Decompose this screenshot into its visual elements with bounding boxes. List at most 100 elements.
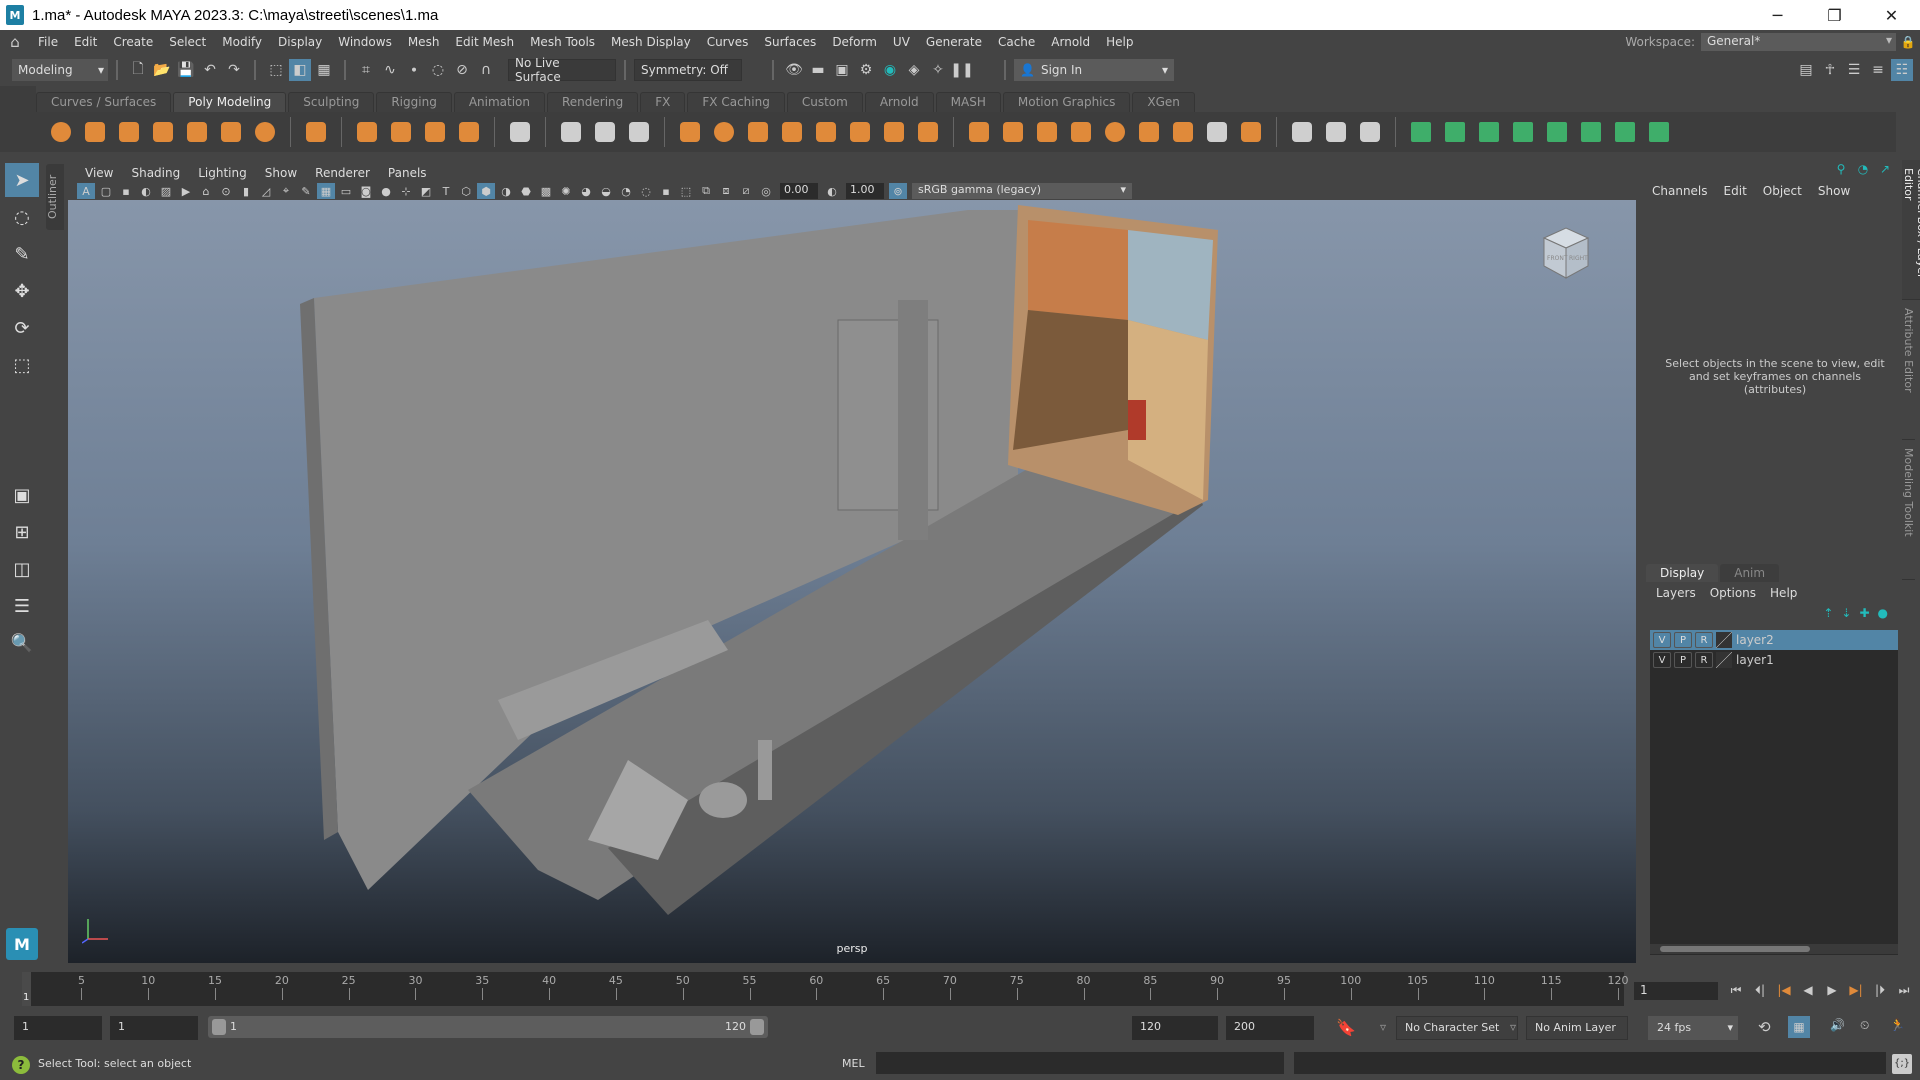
- show-menu[interactable]: Show: [1818, 184, 1850, 198]
- color-management-toggle-icon[interactable]: ⊚: [889, 183, 907, 199]
- bookmarks-icon[interactable]: ▪: [117, 183, 135, 199]
- xray-icon[interactable]: ⧉: [697, 183, 715, 199]
- loop-icon[interactable]: ⟲: [1758, 1018, 1771, 1036]
- select-component-icon[interactable]: ▦: [313, 59, 335, 81]
- pause-viewport-icon[interactable]: ❚❚: [950, 59, 973, 81]
- remesh-icon[interactable]: [881, 119, 907, 145]
- bridge-icon[interactable]: [1000, 119, 1026, 145]
- layer-name[interactable]: layer2: [1736, 633, 1774, 647]
- character-controls-icon[interactable]: ☥: [1819, 59, 1841, 81]
- menu-file[interactable]: File: [30, 35, 66, 49]
- symmetry-dropdown[interactable]: Symmetry: Off: [634, 59, 742, 81]
- gamma-icon[interactable]: ◐: [823, 183, 841, 199]
- paint-select-tool-icon[interactable]: ✎: [5, 237, 39, 271]
- new-scene-icon[interactable]: 🗋: [127, 59, 149, 81]
- safe-action-icon[interactable]: ◩: [417, 183, 435, 199]
- freeze-transform-icon[interactable]: [626, 119, 652, 145]
- light-editor-icon[interactable]: ✧: [927, 59, 949, 81]
- character-set-arrow-icon[interactable]: ▿: [1380, 1020, 1386, 1034]
- speed-icon[interactable]: ◔: [1852, 162, 1874, 180]
- wireframe-icon[interactable]: ⬡: [457, 183, 475, 199]
- cylindrical-map-icon[interactable]: [1442, 119, 1468, 145]
- sculpt-icon[interactable]: ◿: [257, 183, 275, 199]
- play-forwards-icon[interactable]: ▶: [1820, 978, 1844, 1002]
- shelf-tab-sculpting[interactable]: Sculpting: [288, 92, 375, 112]
- viewport-menu-show[interactable]: Show: [256, 166, 306, 180]
- isolate-select-icon[interactable]: ⬚: [677, 183, 695, 199]
- menu-mesh-display[interactable]: Mesh Display: [603, 35, 699, 49]
- shelf-tab-motion-graphics[interactable]: Motion Graphics: [1002, 92, 1131, 112]
- current-time-marker[interactable]: 1: [22, 972, 31, 1006]
- restore-icon[interactable]: ❐: [1806, 0, 1863, 30]
- render-settings-icon[interactable]: ⚙: [855, 59, 877, 81]
- layer-row[interactable]: V P R layer1: [1650, 650, 1898, 670]
- shelf-tab-curves-surfaces[interactable]: Curves / Surfaces: [36, 92, 172, 112]
- menu-windows[interactable]: Windows: [330, 35, 400, 49]
- range-slider[interactable]: 1 120: [208, 1016, 768, 1038]
- pin-icon[interactable]: ⌖: [277, 183, 295, 199]
- step-back-frame-icon[interactable]: ⏴|: [1748, 978, 1772, 1002]
- rotate-tool-icon[interactable]: ⟳: [5, 311, 39, 345]
- bevel-icon[interactable]: [1034, 119, 1060, 145]
- grid-icon[interactable]: ▦: [317, 183, 335, 199]
- multi-cut-icon[interactable]: [1289, 119, 1315, 145]
- viewport-menu-panels[interactable]: Panels: [379, 166, 436, 180]
- platonic-solid-icon[interactable]: [303, 119, 329, 145]
- auto-key-icon[interactable]: 🔖: [1336, 1018, 1356, 1037]
- textured-icon[interactable]: ▩: [537, 183, 555, 199]
- lights-icon[interactable]: ✺: [557, 183, 575, 199]
- super-shape-icon[interactable]: [354, 119, 380, 145]
- menu-mesh-tools[interactable]: Mesh Tools: [522, 35, 603, 49]
- attribute-editor-tab[interactable]: Attribute Editor: [1902, 300, 1915, 440]
- motion-blur-icon[interactable]: ◔: [617, 183, 635, 199]
- safe-title-icon[interactable]: T: [437, 183, 455, 199]
- step-forward-frame-icon[interactable]: |⏵: [1868, 978, 1892, 1002]
- spherical-map-icon[interactable]: [1476, 119, 1502, 145]
- layer-color-swatch[interactable]: [1716, 632, 1732, 648]
- playback-toggle[interactable]: P: [1674, 632, 1692, 648]
- playback-start-field[interactable]: 1: [110, 1016, 198, 1040]
- menu-display[interactable]: Display: [270, 35, 330, 49]
- collapse-icon[interactable]: [1204, 119, 1230, 145]
- camera-record-icon[interactable]: ⊙: [217, 183, 235, 199]
- retopologize-icon[interactable]: [915, 119, 941, 145]
- lock-icon[interactable]: 🔒: [1896, 35, 1920, 49]
- single-perspective-layout-icon[interactable]: ▣: [5, 478, 39, 512]
- two-pane-layout-icon[interactable]: ◫: [5, 552, 39, 586]
- delete-edge-icon[interactable]: [1238, 119, 1264, 145]
- open-scene-icon[interactable]: 📂: [151, 59, 173, 81]
- redo-icon[interactable]: ↷: [223, 59, 245, 81]
- menu-create[interactable]: Create: [105, 35, 161, 49]
- lasso-tool-icon[interactable]: ◌: [5, 200, 39, 234]
- animation-end-field[interactable]: 200: [1226, 1016, 1314, 1040]
- camera-lock-icon[interactable]: ⌂: [197, 183, 215, 199]
- ipr-render-icon[interactable]: ▣: [831, 59, 853, 81]
- layers-menu[interactable]: Layers: [1656, 586, 1696, 600]
- new-layer-selected-icon[interactable]: ●: [1878, 606, 1888, 620]
- viewport-menu-renderer[interactable]: Renderer: [306, 166, 379, 180]
- scale-tool-icon[interactable]: ⬚: [5, 348, 39, 382]
- reference-toggle[interactable]: R: [1695, 632, 1713, 648]
- bookmark-icon[interactable]: ▮: [237, 183, 255, 199]
- select-hierarchy-icon[interactable]: ⬚: [265, 59, 287, 81]
- snap-view-plane-icon[interactable]: ◌: [427, 59, 449, 81]
- menu-generate[interactable]: Generate: [918, 35, 990, 49]
- poly-cube-icon[interactable]: [82, 119, 108, 145]
- shelf-tab-rigging[interactable]: Rigging: [376, 92, 452, 112]
- grease-pencil-icon[interactable]: ▶: [177, 183, 195, 199]
- layer-scrollbar[interactable]: [1650, 944, 1898, 954]
- mirror-icon[interactable]: [813, 119, 839, 145]
- layer-color-swatch[interactable]: [1716, 652, 1732, 668]
- target-weld-icon[interactable]: [1323, 119, 1349, 145]
- anim-layer-dropdown[interactable]: No Anim Layer: [1526, 1016, 1628, 1040]
- select-camera-icon[interactable]: A: [77, 183, 95, 199]
- shelf-tab-rendering[interactable]: Rendering: [547, 92, 639, 112]
- color-space-dropdown[interactable]: sRGB gamma (legacy): [912, 183, 1132, 199]
- gamma-field[interactable]: 1.00: [846, 183, 884, 199]
- script-language-toggle[interactable]: MEL: [842, 1057, 865, 1070]
- poke-icon[interactable]: [1170, 119, 1196, 145]
- undo-icon[interactable]: ↶: [199, 59, 221, 81]
- move-layer-down-icon[interactable]: ⇣: [1841, 606, 1851, 620]
- character-preferences-icon[interactable]: 🏃: [1890, 1018, 1905, 1032]
- anti-aliasing-icon[interactable]: ◌: [637, 183, 655, 199]
